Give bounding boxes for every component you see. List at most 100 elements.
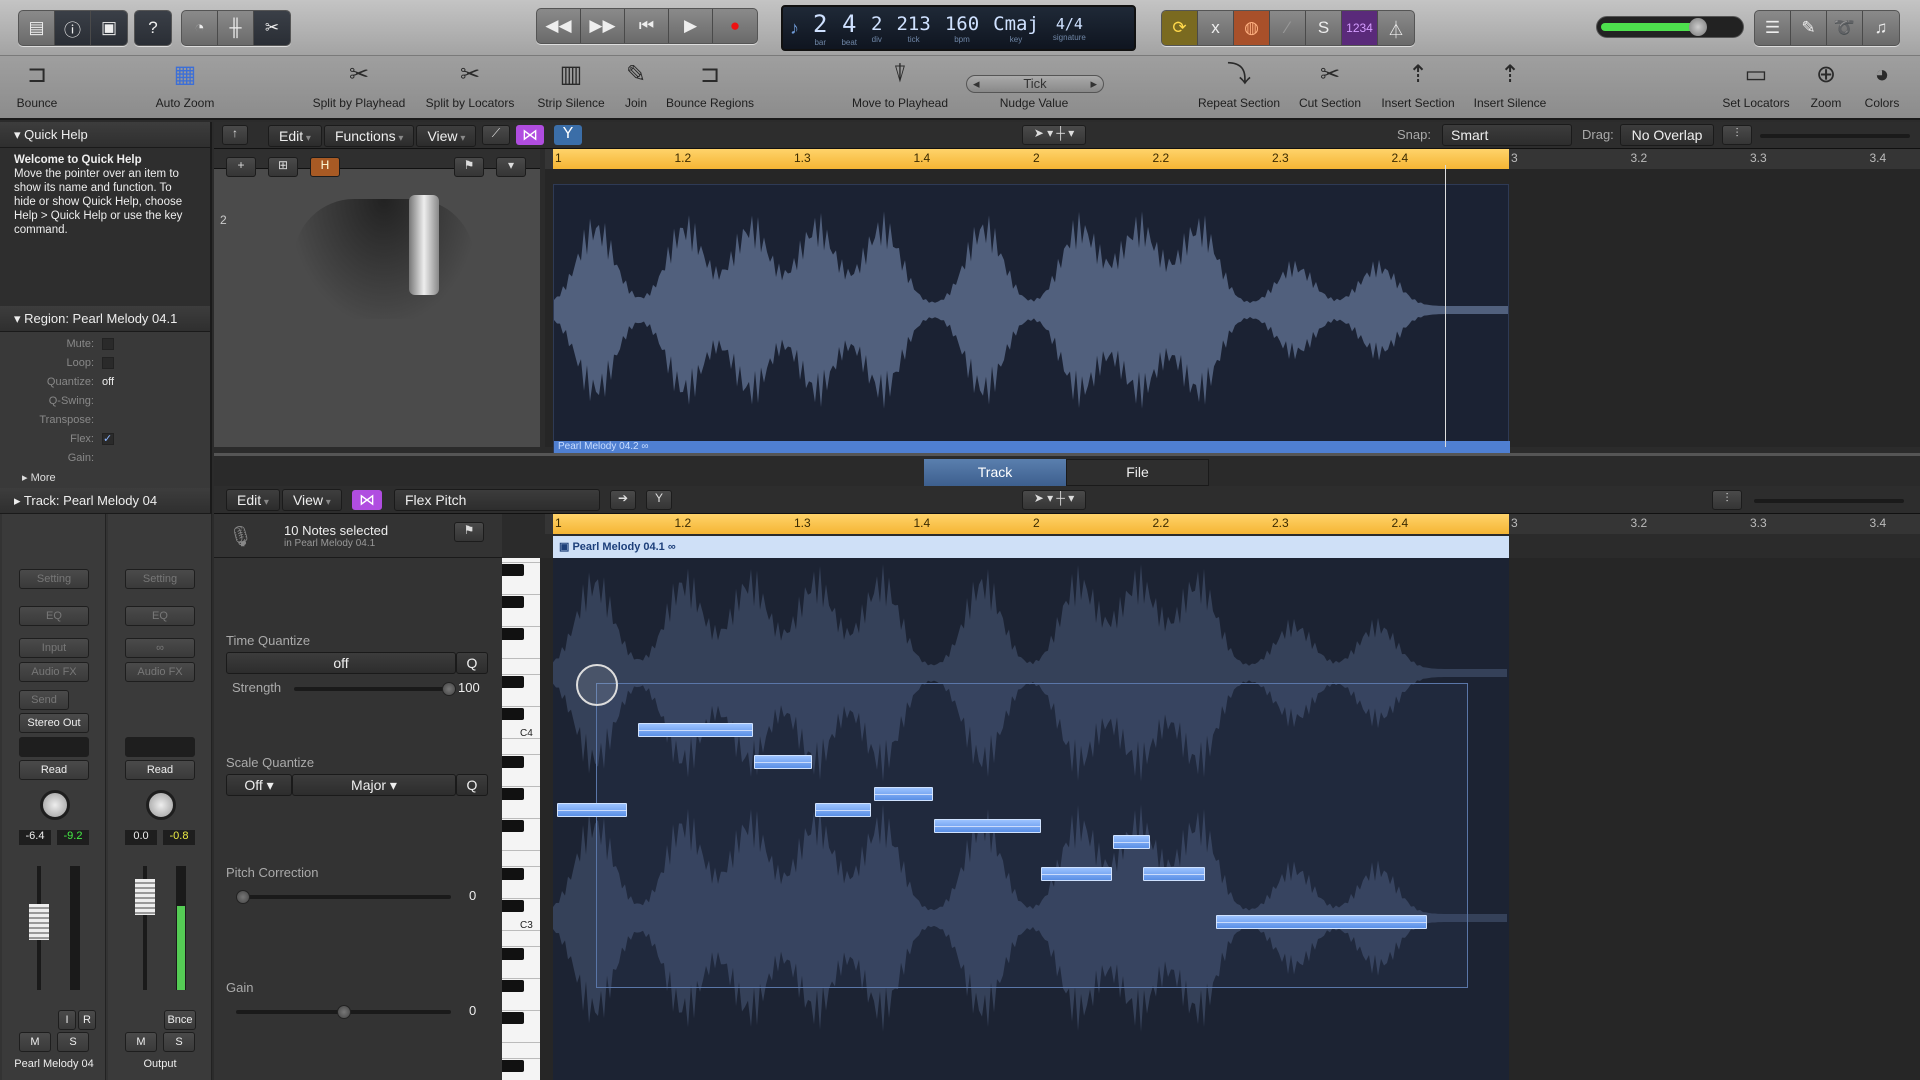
- autopunch-icon[interactable]: ◍: [1234, 11, 1270, 45]
- editor-ruler[interactable]: 1 1.2 1.3 1.4 2 2.2 2.3 2.4 3 3.2 3.3 3.4: [545, 514, 1920, 534]
- menu-view[interactable]: View: [416, 125, 477, 147]
- go-to-start-icon[interactable]: ⏮: [625, 9, 669, 43]
- automation-mode[interactable]: Read: [19, 760, 89, 780]
- strength-slider[interactable]: [294, 682, 456, 696]
- toolbar-move-to-playhead[interactable]: ⍒ Move to Playhead: [845, 60, 955, 110]
- quick-help-header[interactable]: ▾ Quick Help: [0, 122, 210, 148]
- region-param-row[interactable]: Mute:: [0, 336, 210, 355]
- flex-mode-dropdown[interactable]: Flex Pitch: [394, 489, 600, 511]
- lcd-display[interactable]: ♪ 2 bar 4 beat 2 div 213 tick 160 bpm Cmaj key…: [781, 5, 1136, 51]
- black-key[interactable]: [502, 756, 524, 768]
- mixer-icon[interactable]: ╫: [218, 11, 254, 45]
- track-inspector-header[interactable]: ▸ Track: Pearl Melody 04: [0, 488, 210, 514]
- group-slot[interactable]: [125, 737, 195, 757]
- flex-icon[interactable]: ⋈: [516, 125, 544, 145]
- black-key[interactable]: [502, 868, 524, 880]
- region-param-row[interactable]: Loop:: [0, 355, 210, 374]
- nudge-value-stepper[interactable]: ◂ Tick ▸: [966, 75, 1104, 93]
- cycle-region[interactable]: [553, 149, 1509, 169]
- output-slot[interactable]: Stereo Out: [19, 713, 89, 733]
- black-key[interactable]: [502, 596, 524, 608]
- pan-knob[interactable]: [40, 790, 70, 820]
- automation-mode[interactable]: Read: [125, 760, 195, 780]
- flag-icon[interactable]: ⚑: [454, 157, 484, 177]
- input-slot[interactable]: Input: [19, 638, 89, 658]
- black-key[interactable]: [502, 1012, 524, 1024]
- bounce-button[interactable]: Bnce: [164, 1010, 196, 1030]
- flex-pitch-grid[interactable]: [540, 558, 1920, 1080]
- hide-button[interactable]: H: [310, 157, 340, 177]
- play-icon[interactable]: ▶: [669, 9, 713, 43]
- catch-icon[interactable]: Y: [554, 125, 582, 145]
- collapse-icon[interactable]: ▾: [496, 157, 526, 177]
- mute-button[interactable]: M: [19, 1032, 51, 1052]
- tuning-icon[interactable]: ⁄: [1270, 11, 1306, 45]
- mute-button[interactable]: M: [125, 1032, 157, 1052]
- region-param-row[interactable]: Q-Swing:: [0, 393, 210, 412]
- toolbar-insert-silence[interactable]: ⇡ Insert Silence: [1455, 60, 1565, 110]
- audio-fx-slot[interactable]: Audio FX: [125, 662, 195, 682]
- drag-dropdown[interactable]: No Overlap: [1620, 124, 1714, 146]
- cycle-icon[interactable]: ⟳: [1162, 11, 1198, 45]
- smart-controls-icon[interactable]: ▣: [91, 11, 127, 45]
- toolbar-bounce[interactable]: ⊐ Bounce: [0, 60, 92, 110]
- loops-icon[interactable]: ➰: [1827, 11, 1863, 45]
- input-monitor-button[interactable]: I: [58, 1010, 76, 1030]
- nudge-right-icon[interactable]: ▸: [1090, 76, 1097, 92]
- snap-dropdown[interactable]: Smart: [1442, 124, 1572, 146]
- catch-icon[interactable]: Y: [646, 490, 672, 510]
- flex-icon[interactable]: ⋈: [352, 490, 382, 510]
- library-icon[interactable]: ▤: [19, 11, 55, 45]
- gain-handle[interactable]: [337, 1005, 351, 1019]
- record-enable-button[interactable]: R: [78, 1010, 96, 1030]
- playhead[interactable]: [1445, 165, 1446, 447]
- volume-fader[interactable]: [29, 903, 49, 940]
- toolbar-auto-zoom[interactable]: ▦ Auto Zoom: [130, 60, 240, 110]
- send-slot[interactable]: Send: [19, 690, 69, 710]
- record-icon[interactable]: ●: [713, 9, 757, 43]
- gain-slider[interactable]: [236, 1005, 451, 1019]
- region-param-row[interactable]: Quantize: off: [0, 374, 210, 393]
- editor-menu-view[interactable]: View: [281, 489, 342, 511]
- tracks-ruler[interactable]: 1 1.2 1.3 1.4 2 2.2 2.3 2.4 3 3.2 3.3 3.4: [545, 149, 1920, 169]
- browser-icon[interactable]: ♫: [1863, 11, 1899, 45]
- editor-tool-menu[interactable]: ➤ ▾ ┼ ▾: [1022, 490, 1086, 510]
- time-quantize-q-button[interactable]: Q: [456, 652, 488, 674]
- pan-knob[interactable]: [146, 790, 176, 820]
- solo-button[interactable]: S: [1306, 11, 1342, 45]
- black-key[interactable]: [502, 980, 524, 992]
- black-key[interactable]: [502, 628, 524, 640]
- black-key[interactable]: [502, 900, 524, 912]
- eq-slot[interactable]: EQ: [19, 606, 89, 626]
- pitch-correction-handle[interactable]: [236, 890, 250, 904]
- folder-icon[interactable]: ⊞: [268, 157, 298, 177]
- black-key[interactable]: [502, 676, 524, 688]
- scale-quantize-q-button[interactable]: Q: [456, 774, 488, 796]
- toolbar-split-by-playhead[interactable]: ✂ Split by Playhead: [304, 60, 414, 110]
- scale-dropdown[interactable]: Major ▾: [292, 774, 456, 796]
- input-slot[interactable]: ∞: [125, 638, 195, 658]
- tuner-icon[interactable]: ◔: [182, 11, 218, 45]
- back-arrow-icon[interactable]: ↑: [222, 125, 248, 145]
- editor-menu-edit[interactable]: Edit: [226, 489, 280, 511]
- region-param-value[interactable]: ✓: [102, 433, 114, 445]
- region-param-row[interactable]: Flex: ✓: [0, 431, 210, 450]
- menu-edit[interactable]: Edit: [268, 125, 322, 147]
- scale-quantize-dropdown[interactable]: Off ▾: [226, 774, 292, 796]
- region-param-row[interactable]: Transpose:: [0, 412, 210, 431]
- more-toggle[interactable]: ▸ More: [0, 471, 210, 484]
- volume-fader[interactable]: [135, 879, 155, 915]
- list-editors-icon[interactable]: ☰: [1755, 11, 1791, 45]
- black-key[interactable]: [502, 820, 524, 832]
- tab-track[interactable]: Track: [924, 459, 1066, 486]
- region-param-value[interactable]: [102, 338, 114, 350]
- eq-slot[interactable]: EQ: [125, 606, 195, 626]
- black-key[interactable]: [502, 948, 524, 960]
- strength-handle[interactable]: [442, 682, 456, 696]
- pitch-correction-slider[interactable]: [236, 890, 451, 904]
- piano-keyboard[interactable]: C4 C3: [502, 558, 540, 1080]
- info-icon[interactable]: ⓘ: [55, 11, 91, 45]
- waveform-zoom-icon[interactable]: ⫶: [1712, 490, 1742, 510]
- region-inspector-header[interactable]: ▾ Region: Pearl Melody 04.1: [0, 306, 210, 332]
- midi-in-icon[interactable]: ➔: [610, 490, 636, 510]
